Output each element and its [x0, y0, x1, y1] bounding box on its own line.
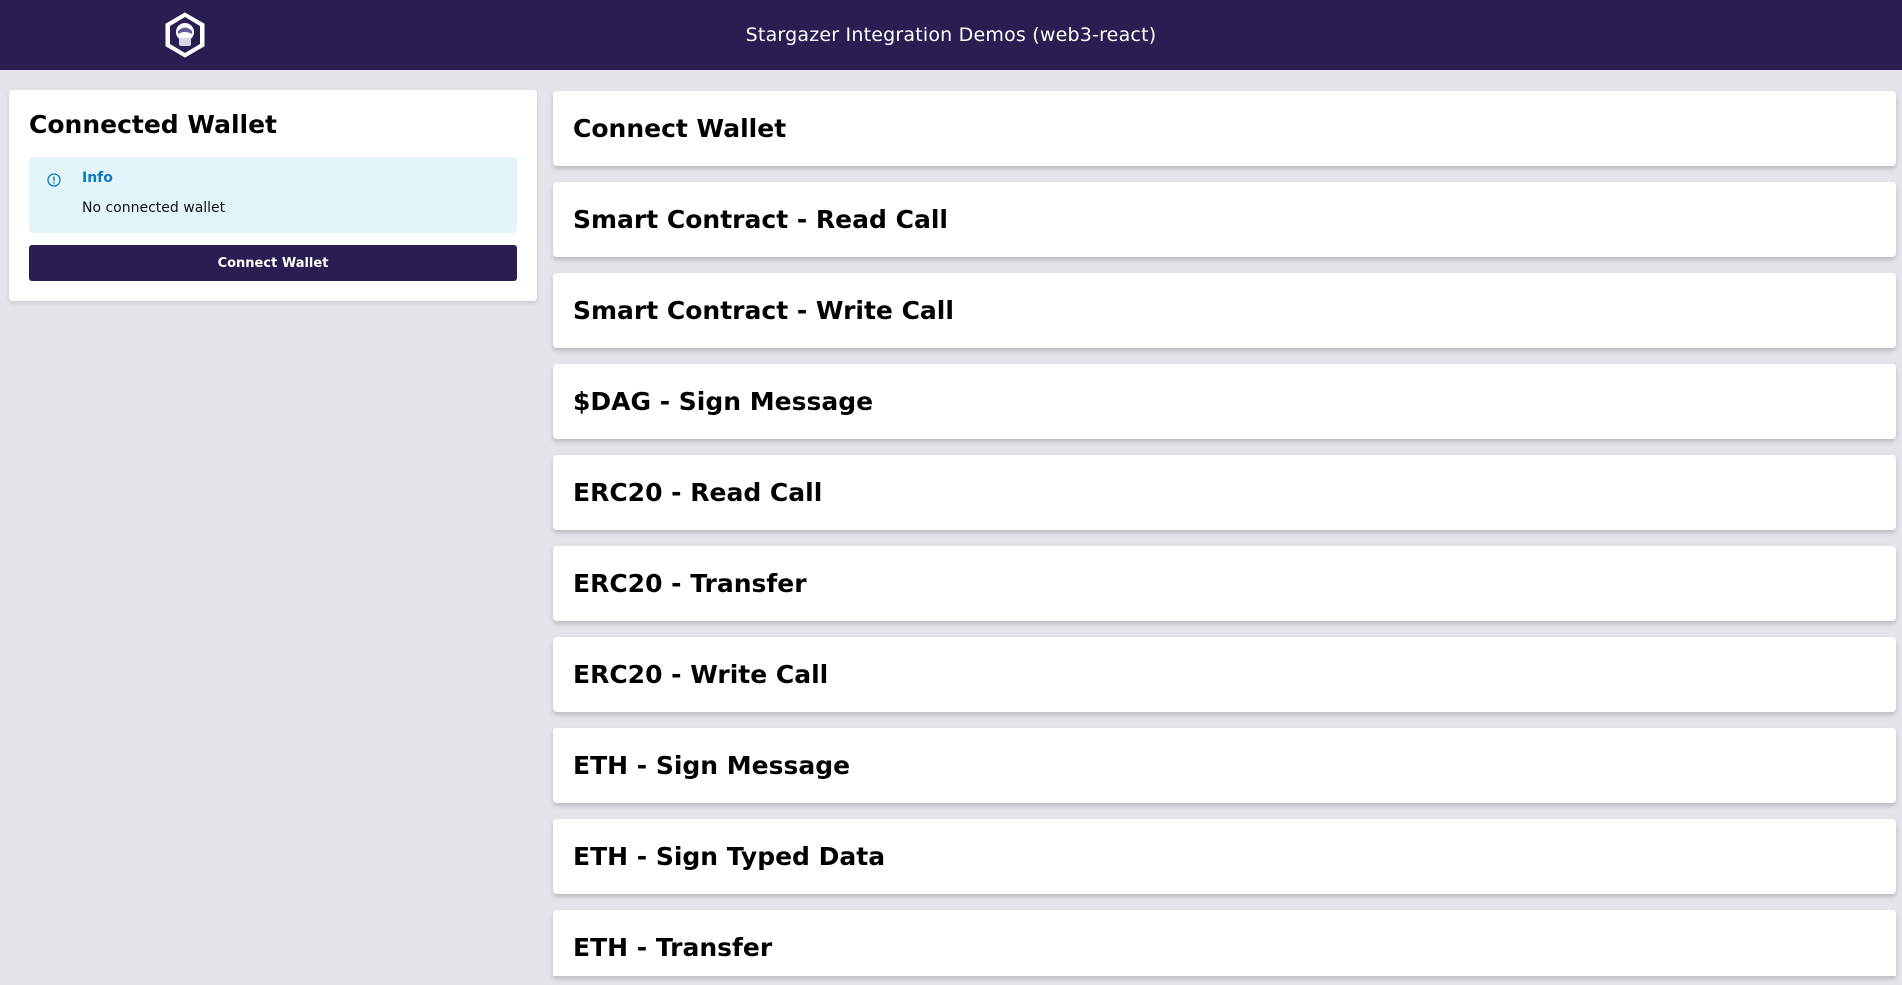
demo-title: Connect Wallet [573, 114, 787, 143]
demo-title: ERC20 - Transfer [573, 569, 807, 598]
info-circle-icon [47, 173, 61, 187]
demo-title: Smart Contract - Write Call [573, 296, 954, 325]
info-alert: Info No connected wallet [29, 157, 517, 233]
demo-title: ERC20 - Read Call [573, 478, 823, 507]
demo-eth-transfer[interactable]: ETH - Transfer [553, 910, 1896, 976]
demo-smart-contract-read-call[interactable]: Smart Contract - Read Call [553, 182, 1896, 257]
demo-title: ETH - Transfer [573, 933, 773, 962]
demo-title: ETH - Sign Typed Data [573, 842, 886, 871]
demo-erc20-transfer[interactable]: ERC20 - Transfer [553, 546, 1896, 621]
demo-title: $DAG - Sign Message [573, 387, 874, 416]
demo-title: Smart Contract - Read Call [573, 205, 948, 234]
demo-dag-sign-message[interactable]: $DAG - Sign Message [553, 364, 1896, 439]
info-label: Info [82, 170, 113, 186]
demo-eth-sign-typed-data[interactable]: ETH - Sign Typed Data [553, 819, 1896, 894]
app-title: Stargazer Integration Demos (web3-react) [745, 24, 1157, 46]
demo-smart-contract-write-call[interactable]: Smart Contract - Write Call [553, 273, 1896, 348]
demo-erc20-write-call[interactable]: ERC20 - Write Call [553, 637, 1896, 712]
panel-title: Connected Wallet [29, 110, 277, 139]
demo-title: ERC20 - Write Call [573, 660, 829, 689]
connect-wallet-button[interactable]: Connect Wallet [29, 245, 517, 281]
app-header: Stargazer Integration Demos (web3-react) [0, 0, 1902, 70]
connected-wallet-panel: Connected Wallet Info No connected walle… [9, 90, 537, 301]
demo-erc20-read-call[interactable]: ERC20 - Read Call [553, 455, 1896, 530]
info-message: No connected wallet [82, 200, 226, 216]
demo-connect-wallet[interactable]: Connect Wallet [553, 91, 1896, 166]
demo-eth-sign-message[interactable]: ETH - Sign Message [553, 728, 1896, 803]
demo-title: ETH - Sign Message [573, 751, 851, 780]
